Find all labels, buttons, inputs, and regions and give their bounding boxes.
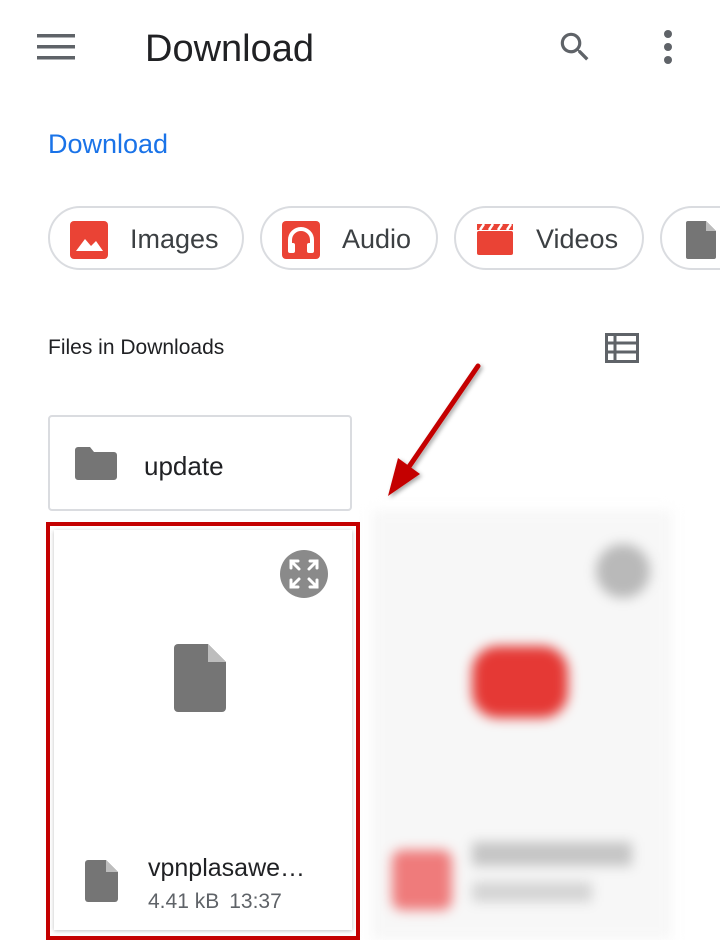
- document-icon: [686, 221, 716, 259]
- more-vert-icon: [664, 30, 672, 64]
- folder-icon: [75, 447, 117, 480]
- blurred-thumbnail: [472, 646, 568, 718]
- annotation-arrow: [388, 363, 481, 496]
- blurred-file-item: [372, 510, 672, 940]
- expand-button[interactable]: [280, 550, 328, 598]
- list-view-icon: [605, 333, 639, 363]
- movie-clapper-icon: [477, 223, 513, 255]
- chip-videos[interactable]: Videos: [454, 206, 644, 270]
- chip-label: Images: [130, 224, 219, 254]
- hamburger-menu-icon: [37, 34, 75, 60]
- section-title: Files in Downloads: [48, 336, 225, 359]
- chip-label: Audio: [342, 224, 412, 254]
- app-bar: Download: [0, 0, 720, 100]
- page-title: Download: [145, 28, 314, 70]
- blurred-file-icon: [392, 850, 452, 910]
- chip-documents[interactable]: [660, 206, 720, 270]
- file-type-icon: [85, 860, 118, 902]
- blurred-expand-button: [596, 544, 650, 598]
- view-toggle-button[interactable]: [598, 324, 646, 372]
- expand-icon: [289, 559, 319, 589]
- file-time: 13:37: [229, 890, 282, 913]
- file-item[interactable]: vpnplasawe… 4.41 kB 13:37: [54, 530, 352, 930]
- search-icon: [560, 32, 589, 61]
- category-chips: Images Audio Videos: [48, 206, 720, 272]
- chip-label: Videos: [536, 224, 619, 254]
- image-icon: [70, 221, 108, 259]
- chip-audio[interactable]: Audio: [260, 206, 438, 270]
- file-details: 4.41 kB 13:37: [148, 888, 282, 916]
- search-button[interactable]: [550, 24, 600, 70]
- file-size: 4.41 kB: [148, 890, 220, 913]
- more-options-button[interactable]: [645, 24, 691, 70]
- folder-name: update: [144, 451, 224, 481]
- file-icon: [174, 644, 226, 712]
- menu-button[interactable]: [30, 24, 82, 70]
- file-name: vpnplasawe…: [148, 854, 306, 882]
- breadcrumb[interactable]: Download: [48, 126, 168, 162]
- blurred-file-name: [472, 842, 632, 866]
- folder-item-update[interactable]: update: [48, 415, 352, 511]
- headphones-icon: [282, 221, 320, 259]
- blurred-file-info: [472, 882, 592, 902]
- chip-images[interactable]: Images: [48, 206, 244, 270]
